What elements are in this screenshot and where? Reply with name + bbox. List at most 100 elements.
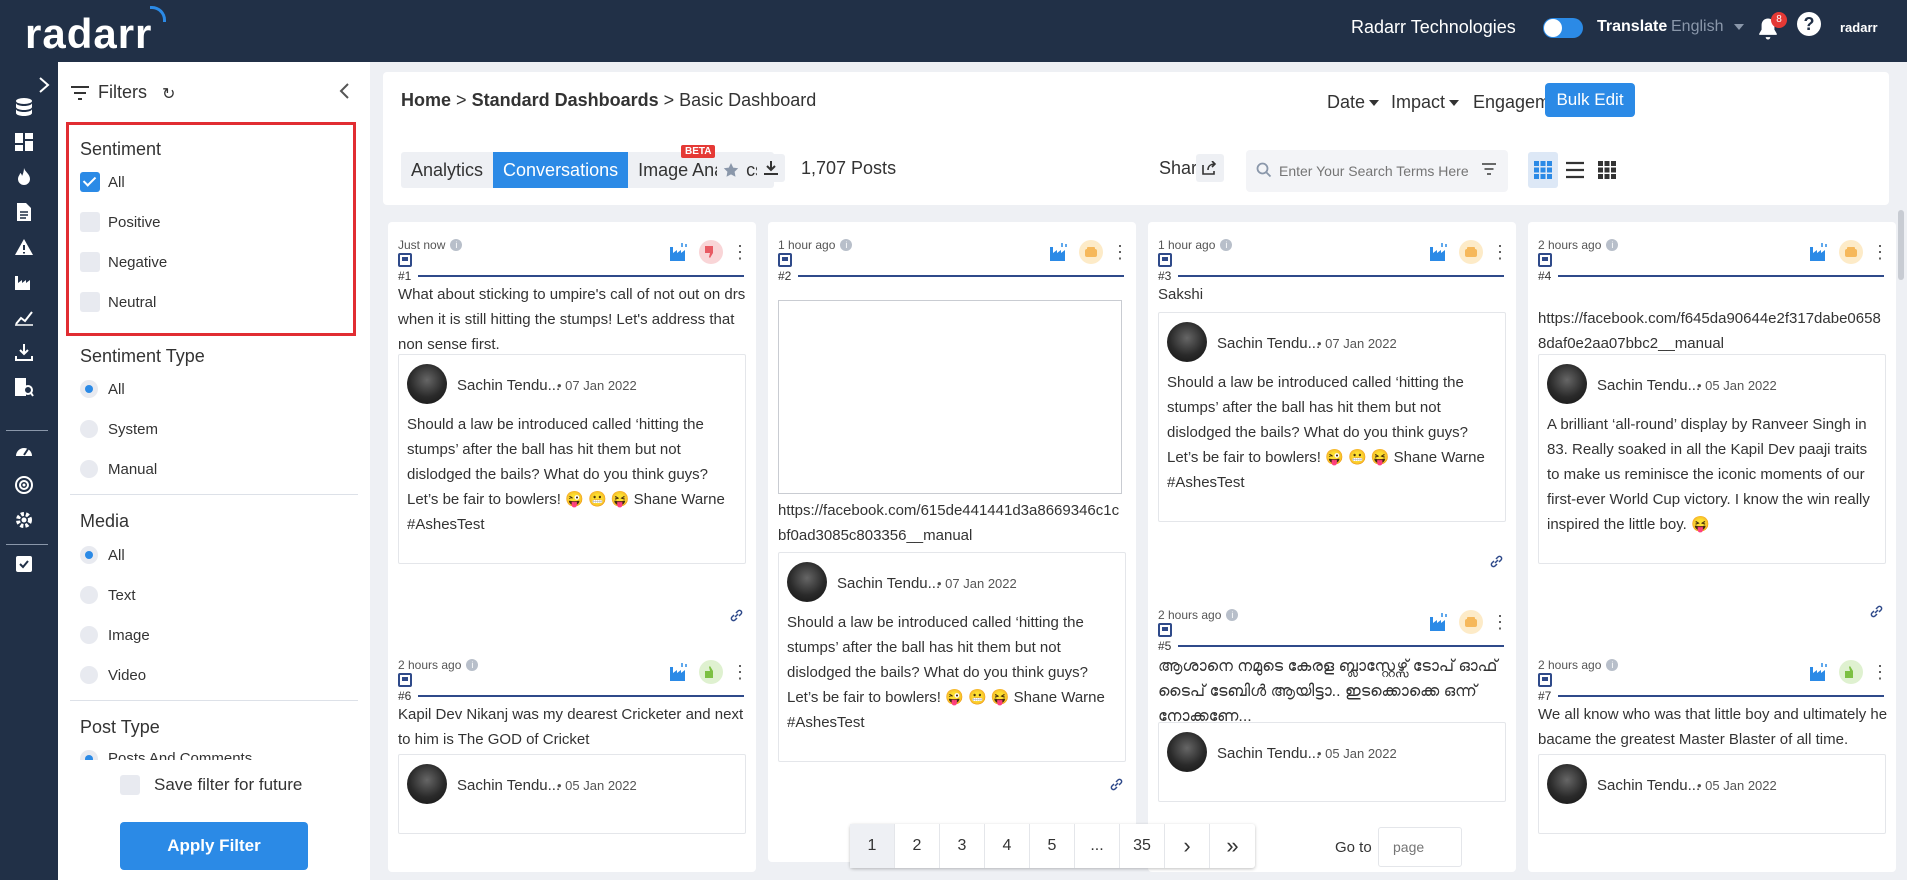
goto-page-input[interactable] — [1378, 827, 1462, 867]
tab-analytics[interactable]: Analytics — [401, 152, 493, 188]
factory-icon[interactable] — [13, 271, 35, 293]
sentiment-type-option-system[interactable]: System — [80, 418, 158, 440]
shield-check-icon[interactable] — [13, 552, 35, 574]
page-4[interactable]: 4 — [985, 824, 1030, 868]
factory-icon[interactable] — [669, 242, 691, 262]
sentiment-positive-icon[interactable] — [699, 660, 723, 684]
select-checkbox-icon[interactable] — [1158, 623, 1172, 637]
translate-toggle[interactable] — [1543, 18, 1583, 38]
author-avatar[interactable] — [407, 364, 447, 404]
compact-grid-view-icon[interactable] — [1592, 152, 1622, 188]
factory-icon[interactable] — [1809, 242, 1831, 262]
factory-icon[interactable] — [1049, 242, 1071, 262]
post-card[interactable]: 2 hours ago i #6 ⋮ Kapil Dev Nikanj was m… — [388, 642, 756, 872]
more-options-icon[interactable]: ⋮ — [1491, 243, 1509, 261]
post-card[interactable]: 2 hours ago i #4 ⋮ https://facebook.com/f… — [1528, 222, 1896, 692]
sentiment-neutral-icon[interactable] — [1079, 240, 1103, 264]
info-icon[interactable]: i — [1606, 239, 1619, 251]
sentiment-positive-icon[interactable] — [1839, 660, 1863, 684]
document-icon[interactable] — [13, 201, 35, 223]
sentiment-type-option-manual[interactable]: Manual — [80, 458, 157, 480]
gear-icon[interactable] — [13, 509, 35, 531]
expand-chevron-icon[interactable] — [33, 74, 55, 96]
date-dropdown[interactable]: Date — [1327, 92, 1380, 113]
link-icon[interactable] — [1490, 555, 1503, 571]
radio-icon[interactable] — [80, 626, 98, 644]
post-card[interactable]: Just now i #1 ⋮ What about sticking to um… — [388, 222, 756, 692]
select-checkbox-icon[interactable] — [778, 253, 792, 267]
select-checkbox-icon[interactable] — [1538, 673, 1552, 687]
link-icon[interactable] — [1110, 778, 1123, 794]
select-checkbox-icon[interactable] — [1158, 253, 1172, 267]
sentiment-type-option-all[interactable]: All — [80, 378, 125, 400]
post-card[interactable]: 2 hours ago i #7 ⋮ We all know who was th… — [1528, 642, 1896, 872]
radio-selected-icon[interactable] — [80, 380, 98, 398]
breadcrumb-standard-dashboards[interactable]: Standard Dashboards — [472, 90, 659, 110]
media-option-text[interactable]: Text — [80, 584, 136, 606]
trend-chart-icon[interactable] — [13, 306, 35, 328]
info-icon[interactable]: i — [840, 239, 853, 251]
page-2[interactable]: 2 — [895, 824, 940, 868]
apply-filter-button[interactable]: Apply Filter — [120, 822, 308, 870]
download-icon[interactable] — [13, 341, 35, 363]
radio-selected-icon[interactable] — [80, 750, 98, 760]
more-options-icon[interactable]: ⋮ — [1491, 613, 1509, 631]
page-35[interactable]: 35 — [1120, 824, 1165, 868]
info-icon[interactable]: i — [466, 659, 479, 671]
info-icon[interactable]: i — [1226, 609, 1239, 621]
media-option-image[interactable]: Image — [80, 624, 150, 646]
tab-conversations[interactable]: Conversations — [493, 152, 629, 188]
page-1[interactable]: 1 — [850, 824, 895, 868]
search-input[interactable] — [1279, 161, 1475, 181]
page-5[interactable]: 5 — [1030, 824, 1075, 868]
app-logo[interactable]: radarr — [25, 6, 167, 58]
impact-dropdown[interactable]: Impact — [1391, 92, 1460, 113]
factory-icon[interactable] — [1429, 242, 1451, 262]
scrollbar-thumb[interactable] — [1898, 210, 1904, 280]
author-name[interactable]: Sachin Tendu... — [1597, 777, 1700, 794]
author-avatar[interactable] — [1167, 732, 1207, 772]
author-name[interactable]: Sachin Tendu... — [1597, 377, 1700, 394]
share-icon[interactable] — [1196, 154, 1224, 182]
info-icon[interactable]: i — [450, 239, 463, 251]
author-name[interactable]: Sachin Tendu... — [457, 377, 560, 394]
link-icon[interactable] — [1870, 605, 1883, 621]
language-select[interactable]: English — [1671, 18, 1723, 36]
author-avatar[interactable] — [407, 764, 447, 804]
post-image[interactable] — [778, 300, 1122, 494]
bulk-edit-button[interactable]: Bulk Edit — [1545, 83, 1635, 117]
radio-icon[interactable] — [80, 460, 98, 478]
list-view-icon[interactable] — [1560, 152, 1590, 188]
account-logo[interactable]: radarr — [1840, 20, 1878, 35]
radio-icon[interactable] — [80, 586, 98, 604]
post-card[interactable]: 1 hour ago i #2 ⋮ https://facebook.com/61… — [768, 222, 1136, 862]
last-page-chevron-icon[interactable]: » — [1210, 824, 1255, 868]
info-icon[interactable]: i — [1606, 659, 1619, 671]
sentiment-option-neutral[interactable]: Neutral — [80, 291, 156, 313]
factory-icon[interactable] — [669, 662, 691, 682]
media-option-video[interactable]: Video — [80, 664, 146, 686]
help-icon[interactable]: ? — [1797, 12, 1821, 36]
checkbox-icon[interactable] — [80, 212, 100, 232]
sentiment-option-negative[interactable]: Negative — [80, 251, 167, 273]
sentiment-neutral-icon[interactable] — [1839, 240, 1863, 264]
radio-selected-icon[interactable] — [80, 546, 98, 564]
report-search-icon[interactable] — [13, 376, 35, 398]
more-options-icon[interactable]: ⋮ — [731, 663, 749, 681]
database-icon[interactable] — [13, 96, 35, 118]
sentiment-neutral-icon[interactable] — [1459, 240, 1483, 264]
factory-icon[interactable] — [1429, 612, 1451, 632]
fire-icon[interactable] — [13, 166, 35, 188]
target-icon[interactable] — [13, 474, 35, 496]
checkbox-icon[interactable] — [80, 252, 100, 272]
sentiment-neutral-icon[interactable] — [1459, 610, 1483, 634]
info-icon[interactable]: i — [1220, 239, 1233, 251]
more-options-icon[interactable]: ⋮ — [731, 243, 749, 261]
author-name[interactable]: Sachin Tendu... — [1217, 335, 1320, 352]
post-card[interactable]: 1 hour ago i #3 ⋮ Sakshi Sachin Tendu... … — [1148, 222, 1516, 642]
author-avatar[interactable] — [787, 562, 827, 602]
sentiment-negative-icon[interactable] — [699, 240, 723, 264]
select-checkbox-icon[interactable] — [1538, 253, 1552, 267]
language-chevron-down-icon[interactable] — [1734, 24, 1744, 30]
filter-lines-icon[interactable] — [1481, 163, 1497, 175]
